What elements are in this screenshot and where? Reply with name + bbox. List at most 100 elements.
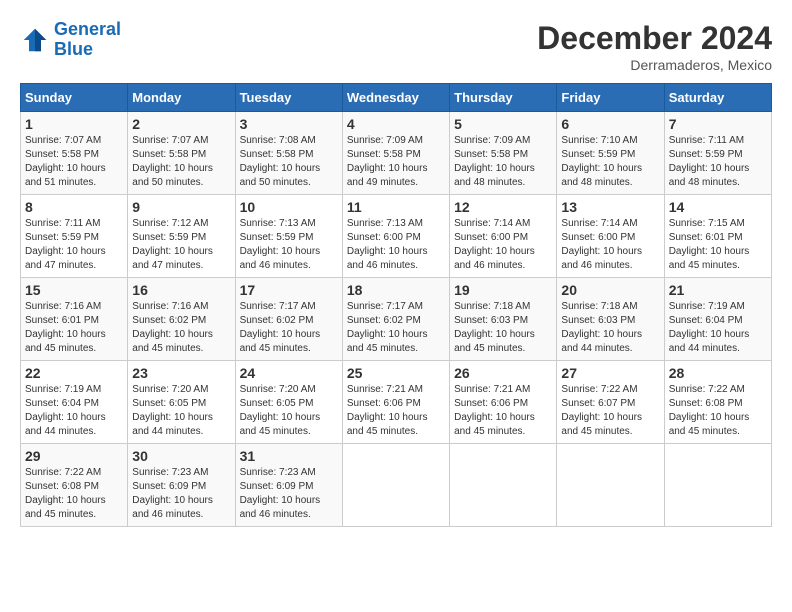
calendar-cell: 8Sunrise: 7:11 AM Sunset: 5:59 PM Daylig…	[21, 195, 128, 278]
calendar-cell: 23 Sunrise: 7:20 AM Sunset: 6:05 PM Dayli…	[128, 361, 235, 444]
logo-icon	[20, 25, 50, 55]
calendar-cell: 25 Sunrise: 7:21 AM Sunset: 6:06 PM Dayli…	[342, 361, 449, 444]
day-info: Sunrise: 7:19 AM Sunset: 6:04 PM Dayligh…	[25, 383, 123, 439]
day-number: 11	[347, 199, 445, 215]
calendar-cell: 21 Sunrise: 7:19 AM Sunset: 6:04 PM Dayli…	[664, 278, 771, 361]
day-number: 6	[561, 116, 659, 132]
day-number: 7	[669, 116, 767, 132]
month-title: December 2024	[537, 20, 772, 57]
day-info: Sunrise: 7:10 AM Sunset: 5:59 PM Dayligh…	[561, 134, 659, 190]
day-number: 9	[132, 199, 230, 215]
day-number: 19	[454, 282, 552, 298]
day-number: 29	[25, 448, 123, 464]
day-number: 3	[240, 116, 338, 132]
calendar-cell: 18 Sunrise: 7:17 AM Sunset: 6:02 PM Dayli…	[342, 278, 449, 361]
day-number: 16	[132, 282, 230, 298]
day-number: 23	[132, 365, 230, 381]
calendar-week-2: 8Sunrise: 7:11 AM Sunset: 5:59 PM Daylig…	[21, 195, 772, 278]
title-block: December 2024 Derramaderos, Mexico	[537, 20, 772, 73]
day-number: 8	[25, 199, 123, 215]
calendar-cell: 12Sunrise: 7:14 AM Sunset: 6:00 PM Dayli…	[450, 195, 557, 278]
day-info: Sunrise: 7:19 AM Sunset: 6:04 PM Dayligh…	[669, 300, 767, 356]
calendar-cell: 11 Sunrise: 7:13 AM Sunset: 6:00 PM Dayli…	[342, 195, 449, 278]
calendar-cell: 29Sunrise: 7:22 AM Sunset: 6:08 PM Dayli…	[21, 444, 128, 527]
day-info: Sunrise: 7:11 AM Sunset: 5:59 PM Dayligh…	[669, 134, 767, 190]
calendar-cell	[342, 444, 449, 527]
calendar-cell: 24Sunrise: 7:20 AM Sunset: 6:05 PM Dayli…	[235, 361, 342, 444]
calendar-cell: 17 Sunrise: 7:17 AM Sunset: 6:02 PM Dayli…	[235, 278, 342, 361]
calendar-cell	[450, 444, 557, 527]
day-number: 4	[347, 116, 445, 132]
calendar-cell: 20 Sunrise: 7:18 AM Sunset: 6:03 PM Dayli…	[557, 278, 664, 361]
calendar-cell: 19 Sunrise: 7:18 AM Sunset: 6:03 PM Dayli…	[450, 278, 557, 361]
day-info: Sunrise: 7:07 AM Sunset: 5:58 PM Dayligh…	[25, 134, 123, 190]
calendar-cell: 10 Sunrise: 7:13 AM Sunset: 5:59 PM Dayli…	[235, 195, 342, 278]
day-info: Sunrise: 7:18 AM Sunset: 6:03 PM Dayligh…	[561, 300, 659, 356]
day-number: 13	[561, 199, 659, 215]
day-number: 20	[561, 282, 659, 298]
calendar-week-1: 1 Sunrise: 7:07 AM Sunset: 5:58 PM Daylig…	[21, 112, 772, 195]
day-info: Sunrise: 7:13 AM Sunset: 6:00 PM Dayligh…	[347, 217, 445, 273]
day-header-saturday: Saturday	[664, 84, 771, 112]
day-number: 30	[132, 448, 230, 464]
location: Derramaderos, Mexico	[537, 57, 772, 73]
day-info: Sunrise: 7:22 AM Sunset: 6:08 PM Dayligh…	[669, 383, 767, 439]
day-info: Sunrise: 7:09 AM Sunset: 5:58 PM Dayligh…	[347, 134, 445, 190]
day-number: 18	[347, 282, 445, 298]
day-number: 1	[25, 116, 123, 132]
day-number: 10	[240, 199, 338, 215]
day-info: Sunrise: 7:21 AM Sunset: 6:06 PM Dayligh…	[454, 383, 552, 439]
calendar-cell: 22 Sunrise: 7:19 AM Sunset: 6:04 PM Dayli…	[21, 361, 128, 444]
day-header-sunday: Sunday	[21, 84, 128, 112]
calendar-header-row: SundayMondayTuesdayWednesdayThursdayFrid…	[21, 84, 772, 112]
day-info: Sunrise: 7:23 AM Sunset: 6:09 PM Dayligh…	[240, 466, 338, 522]
day-info: Sunrise: 7:21 AM Sunset: 6:06 PM Dayligh…	[347, 383, 445, 439]
calendar-cell: 15Sunrise: 7:16 AM Sunset: 6:01 PM Dayli…	[21, 278, 128, 361]
calendar-cell: 14Sunrise: 7:15 AM Sunset: 6:01 PM Dayli…	[664, 195, 771, 278]
day-number: 28	[669, 365, 767, 381]
day-info: Sunrise: 7:18 AM Sunset: 6:03 PM Dayligh…	[454, 300, 552, 356]
calendar-cell: 26Sunrise: 7:21 AM Sunset: 6:06 PM Dayli…	[450, 361, 557, 444]
day-number: 2	[132, 116, 230, 132]
day-info: Sunrise: 7:07 AM Sunset: 5:58 PM Dayligh…	[132, 134, 230, 190]
day-info: Sunrise: 7:16 AM Sunset: 6:02 PM Dayligh…	[132, 300, 230, 356]
day-info: Sunrise: 7:12 AM Sunset: 5:59 PM Dayligh…	[132, 217, 230, 273]
day-info: Sunrise: 7:22 AM Sunset: 6:07 PM Dayligh…	[561, 383, 659, 439]
day-header-tuesday: Tuesday	[235, 84, 342, 112]
calendar-cell: 3 Sunrise: 7:08 AM Sunset: 5:58 PM Daylig…	[235, 112, 342, 195]
logo-text: General Blue	[54, 20, 121, 60]
day-number: 25	[347, 365, 445, 381]
day-number: 12	[454, 199, 552, 215]
calendar-cell: 1 Sunrise: 7:07 AM Sunset: 5:58 PM Daylig…	[21, 112, 128, 195]
calendar-cell: 16 Sunrise: 7:16 AM Sunset: 6:02 PM Dayli…	[128, 278, 235, 361]
calendar-week-3: 15Sunrise: 7:16 AM Sunset: 6:01 PM Dayli…	[21, 278, 772, 361]
calendar-cell: 13 Sunrise: 7:14 AM Sunset: 6:00 PM Dayli…	[557, 195, 664, 278]
day-number: 21	[669, 282, 767, 298]
day-info: Sunrise: 7:20 AM Sunset: 6:05 PM Dayligh…	[132, 383, 230, 439]
calendar-cell: 31 Sunrise: 7:23 AM Sunset: 6:09 PM Dayli…	[235, 444, 342, 527]
day-header-monday: Monday	[128, 84, 235, 112]
calendar-cell: 2 Sunrise: 7:07 AM Sunset: 5:58 PM Daylig…	[128, 112, 235, 195]
day-number: 17	[240, 282, 338, 298]
day-info: Sunrise: 7:17 AM Sunset: 6:02 PM Dayligh…	[347, 300, 445, 356]
day-info: Sunrise: 7:23 AM Sunset: 6:09 PM Dayligh…	[132, 466, 230, 522]
calendar-cell: 7 Sunrise: 7:11 AM Sunset: 5:59 PM Daylig…	[664, 112, 771, 195]
calendar-cell: 4 Sunrise: 7:09 AM Sunset: 5:58 PM Daylig…	[342, 112, 449, 195]
day-number: 27	[561, 365, 659, 381]
day-info: Sunrise: 7:14 AM Sunset: 6:00 PM Dayligh…	[561, 217, 659, 273]
page-header: General Blue December 2024 Derramaderos,…	[20, 20, 772, 73]
calendar-cell	[557, 444, 664, 527]
day-info: Sunrise: 7:17 AM Sunset: 6:02 PM Dayligh…	[240, 300, 338, 356]
day-header-wednesday: Wednesday	[342, 84, 449, 112]
calendar-cell	[664, 444, 771, 527]
logo: General Blue	[20, 20, 121, 60]
day-number: 31	[240, 448, 338, 464]
day-number: 22	[25, 365, 123, 381]
day-info: Sunrise: 7:13 AM Sunset: 5:59 PM Dayligh…	[240, 217, 338, 273]
calendar-cell: 28 Sunrise: 7:22 AM Sunset: 6:08 PM Dayli…	[664, 361, 771, 444]
day-info: Sunrise: 7:08 AM Sunset: 5:58 PM Dayligh…	[240, 134, 338, 190]
calendar-table: SundayMondayTuesdayWednesdayThursdayFrid…	[20, 83, 772, 527]
calendar-cell: 9 Sunrise: 7:12 AM Sunset: 5:59 PM Daylig…	[128, 195, 235, 278]
calendar-week-5: 29Sunrise: 7:22 AM Sunset: 6:08 PM Dayli…	[21, 444, 772, 527]
day-number: 24	[240, 365, 338, 381]
